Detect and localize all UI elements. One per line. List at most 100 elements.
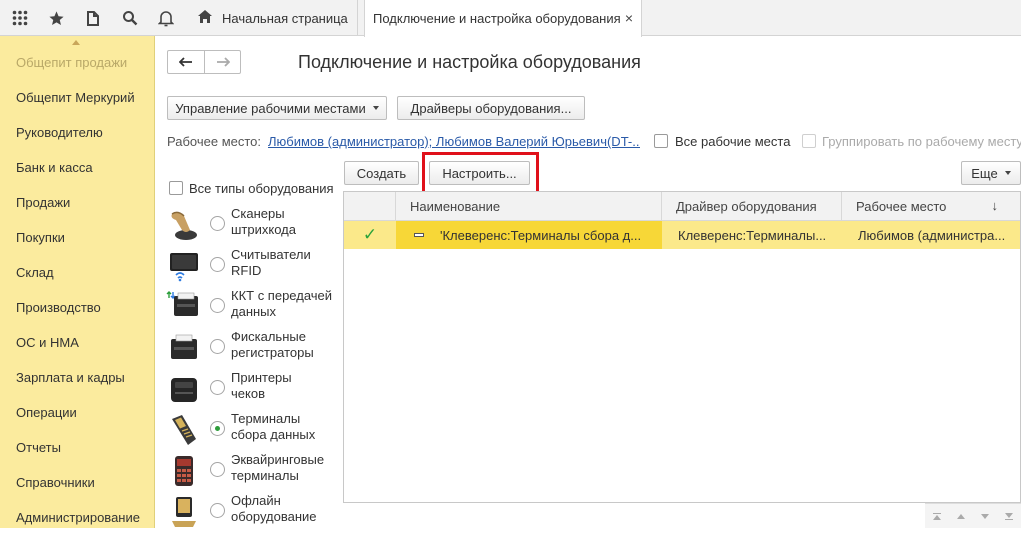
table-scroll-controls (925, 503, 1021, 528)
equipment-drivers-label: Драйверы оборудования... (410, 100, 572, 116)
column-header-workplace[interactable]: Рабочее место ↓ (842, 192, 1020, 221)
all-workplaces-label: Все рабочие места (675, 134, 791, 149)
forward-button[interactable] (204, 51, 240, 73)
sidebar-item-production[interactable]: Производство (16, 300, 101, 315)
sidebar-item-catering-mercury[interactable]: Общепит Меркурий (16, 90, 135, 105)
all-workplaces-checkbox[interactable] (654, 134, 668, 148)
history-nav (167, 50, 241, 74)
sidebar-item-warehouse[interactable]: Склад (16, 265, 54, 280)
scroll-up-button[interactable] (949, 504, 973, 529)
scroll-down-button[interactable] (973, 504, 997, 529)
close-tab-icon[interactable]: × (625, 10, 633, 26)
radio-acquiring-terminals[interactable] (210, 462, 225, 477)
group-by-workplace-label: Группировать по рабочему месту (822, 134, 1021, 149)
create-button[interactable]: Создать (344, 161, 419, 185)
column-header-name[interactable]: Наименование (396, 192, 662, 221)
sidebar-item-bank-cash[interactable]: Банк и касса (16, 160, 93, 175)
equipment-drivers-button[interactable]: Драйверы оборудования... (397, 96, 585, 120)
table-cell-name-text: 'Клеверенс:Терминалы сбора д... (440, 227, 642, 243)
used-check-icon: ✓ (362, 225, 378, 244)
radio-online-kkt[interactable] (210, 298, 225, 313)
table-cell-driver[interactable]: Клеверенс:Терминалы... (662, 221, 842, 249)
sections-sidebar: Общепит продажи Общепит Меркурий Руковод… (0, 36, 155, 528)
radio-data-terminals[interactable] (210, 421, 225, 436)
tab-home-label: Начальная страница (222, 10, 348, 26)
tab-home[interactable]: Начальная страница (186, 0, 358, 36)
device-type-label: оборудование (231, 509, 317, 524)
device-type-label: данных (231, 304, 277, 319)
all-types-checkbox[interactable] (169, 181, 183, 195)
online-cash-register-icon (166, 291, 198, 316)
column-header-check (344, 192, 396, 221)
arrow-right-icon (216, 57, 230, 67)
device-type-label: сбора данных (231, 427, 316, 442)
data-terminal-icon (172, 415, 196, 445)
table-cell-name[interactable]: 'Клеверенс:Терминалы сбора д... (396, 221, 662, 249)
sidebar-item-fixed-assets[interactable]: ОС и НМА (16, 335, 79, 350)
group-by-workplace-checkbox[interactable] (802, 134, 816, 148)
sidebar-item-references[interactable]: Справочники (16, 475, 95, 490)
workplace-link[interactable]: Любимов (администратор); Любимов Валерий… (268, 134, 640, 149)
radio-rfid-readers[interactable] (210, 257, 225, 272)
radio-receipt-printers[interactable] (210, 380, 225, 395)
top-bar: Начальная страница Подключение и настрой… (0, 0, 1021, 37)
radio-barcode-scanners[interactable] (210, 216, 225, 231)
tab-equipment-setup[interactable]: Подключение и настройка оборудования × (364, 0, 642, 37)
table-cell-workplace[interactable]: Любимов (администра... (842, 221, 1020, 249)
scroll-up-icon[interactable] (72, 40, 80, 45)
more-label: Еще (971, 165, 998, 181)
column-header-driver[interactable]: Драйвер оборудования (662, 192, 842, 221)
back-button[interactable] (168, 51, 204, 73)
device-type-label: чеков (231, 386, 265, 401)
sidebar-item-operations[interactable]: Операции (16, 405, 77, 420)
chevron-down-icon (1004, 171, 1011, 175)
more-button[interactable]: Еще (961, 161, 1021, 185)
device-type-rfid-readers[interactable]: Считыватели RFID (166, 247, 341, 287)
sidebar-item-salary-hr[interactable]: Зарплата и кадры (16, 370, 125, 385)
device-type-label: ККТ с передачей (231, 288, 333, 303)
sidebar-item-sales[interactable]: Продажи (16, 195, 70, 210)
sidebar-item-purchases[interactable]: Покупки (16, 230, 65, 245)
search-icon[interactable] (112, 0, 148, 36)
device-type-data-terminals[interactable]: Терминалы сбора данных (166, 411, 341, 451)
scroll-top-button[interactable] (925, 504, 949, 529)
history-icon[interactable] (76, 0, 112, 36)
page-title: Подключение и настройка оборудования (298, 52, 641, 72)
sidebar-item-manager[interactable]: Руководителю (16, 125, 103, 140)
rfid-reader-icon (170, 253, 198, 282)
scroll-bottom-button[interactable] (997, 504, 1021, 529)
tab-equipment-setup-label: Подключение и настройка оборудования (373, 11, 621, 26)
sidebar-item-reports[interactable]: Отчеты (16, 440, 61, 455)
bell-icon[interactable] (148, 0, 184, 36)
device-type-label: Офлайн (231, 493, 281, 508)
device-type-label: штрихкода (231, 222, 296, 237)
column-header-workplace-label: Рабочее место (856, 198, 947, 214)
device-type-label: Считыватели (231, 247, 311, 262)
device-type-label: Терминалы (231, 411, 301, 426)
device-type-barcode-scanners[interactable]: Сканеры штрихкода (166, 206, 341, 246)
device-status-icon (414, 233, 424, 237)
sort-arrow-icon: ↓ (991, 198, 999, 213)
apps-grid-icon[interactable] (2, 0, 38, 36)
fiscal-printer-icon (171, 334, 197, 359)
device-type-receipt-printers[interactable]: Принтеры чеков (166, 370, 341, 410)
device-type-offline-equipment[interactable]: Офлайн оборудование (166, 493, 341, 533)
table-row[interactable]: ✓ 'Клеверенс:Терминалы сбора д... Клевер… (344, 221, 1020, 249)
equipment-table: Наименование Драйвер оборудования Рабоче… (343, 191, 1021, 503)
device-type-label: Фискальные (231, 329, 306, 344)
sidebar-item-administration[interactable]: Администрирование (16, 510, 140, 525)
device-type-label: Эквайринговые (231, 452, 325, 467)
device-type-label: регистраторы (231, 345, 314, 360)
chevron-down-icon (372, 106, 379, 110)
device-type-acquiring-terminals[interactable]: Эквайринговые терминалы (166, 452, 341, 492)
device-type-fiscal-registers[interactable]: Фискальные регистраторы (166, 329, 341, 369)
star-icon[interactable] (38, 0, 74, 36)
device-type-label: Принтеры (231, 370, 292, 385)
sidebar-item-catering-sales[interactable]: Общепит продажи (16, 55, 127, 70)
radio-offline-equipment[interactable] (210, 503, 225, 518)
manage-workplaces-button[interactable]: Управление рабочими местами (167, 96, 387, 120)
device-type-online-kkt[interactable]: ККТ с передачей данных (166, 288, 341, 328)
radio-fiscal-registers[interactable] (210, 339, 225, 354)
barcode-scanner-icon (171, 211, 197, 240)
home-icon (198, 10, 212, 26)
